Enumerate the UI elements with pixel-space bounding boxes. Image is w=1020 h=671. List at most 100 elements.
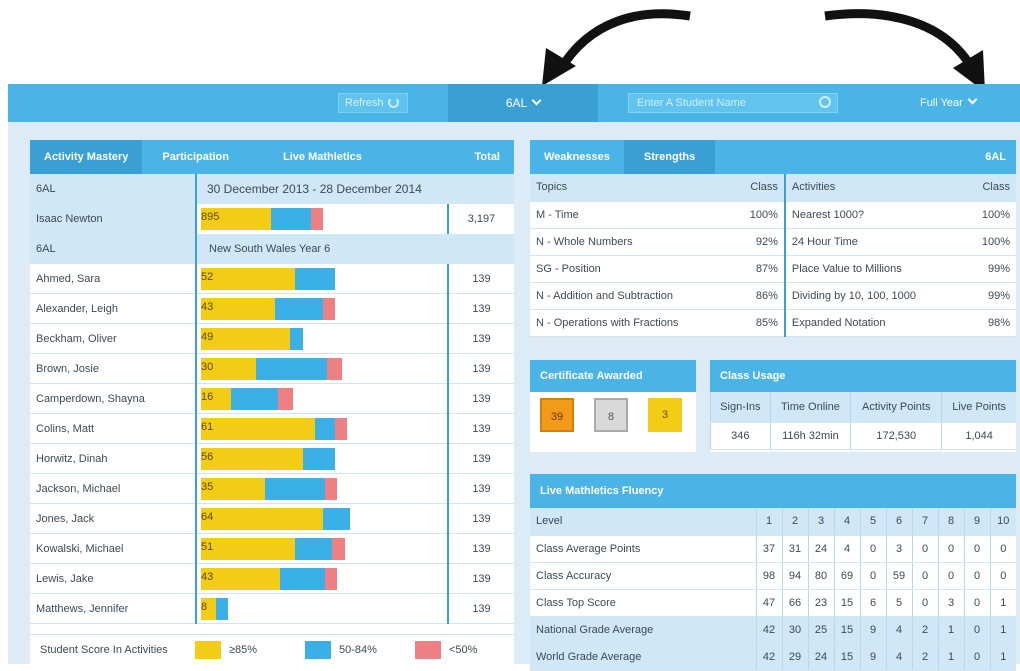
class-dropdown[interactable]: 6AL (448, 84, 598, 122)
fluency-cell: 0 (989, 562, 1016, 590)
weak-cell: 100% (963, 201, 1016, 229)
score-value: 895 (201, 210, 220, 223)
student-row[interactable]: Alexander, Leigh 43 139 (30, 293, 514, 324)
fluency-cell: 42 (755, 643, 782, 671)
fluency-cell: 23 (807, 589, 834, 617)
fluency-cell: 25 (807, 616, 834, 644)
student-row[interactable]: Brown, Josie 30 139 (30, 353, 514, 384)
score-value: 52 (201, 270, 214, 283)
weak-cell: Place Value to Millions (783, 255, 964, 283)
fluency-header: 10 (989, 508, 1016, 536)
student-name: Alexander, Leigh (36, 302, 118, 315)
legend-mid: 50-84% (339, 643, 377, 656)
score-bar (201, 507, 350, 530)
weak-cell: 86% (731, 282, 785, 310)
tab-activity-mastery[interactable]: Activity Mastery (30, 140, 143, 174)
fluency-cell: 0 (911, 562, 938, 590)
bar-mid (315, 417, 335, 440)
bar-mid (295, 267, 335, 290)
weak-cell: N - Addition and Subtraction (530, 282, 732, 310)
fluency-cell: 0 (963, 535, 990, 563)
search-icon (819, 96, 831, 108)
search-input[interactable]: Enter A Student Name (628, 93, 838, 113)
usage-value: 1,044 (941, 422, 1016, 450)
fluency-cell: 1 (989, 616, 1016, 644)
score-bar (201, 267, 335, 290)
score-bar (201, 417, 348, 440)
total-value: 139 (447, 473, 514, 504)
total-value: 139 (447, 323, 514, 354)
student-row[interactable]: Camperdown, Shayna 16 139 (30, 383, 514, 414)
fluency-row: National Grade Average 42 30 25 15 9 4 2 1 0 1 (530, 616, 1016, 644)
fluency-row: Class Accuracy 98 94 80 69 0 59 0 0 0 0 (530, 562, 1016, 590)
fluency-cell: 0 (963, 562, 990, 590)
weak-cell: N - Whole Numbers (530, 228, 732, 256)
total-value: 139 (447, 263, 514, 294)
student-row[interactable]: Jackson, Michael 35 139 (30, 473, 514, 504)
tab-strengths[interactable]: Strengths (623, 140, 716, 174)
highlight-row[interactable]: Isaac Newton 895 3,197 (30, 203, 514, 234)
bar-low (324, 477, 338, 500)
fluency-header: 3 (807, 508, 834, 536)
bar-mid (275, 297, 323, 320)
bar-low (322, 297, 335, 320)
score-value: 56 (201, 450, 214, 463)
bar-high (201, 507, 323, 530)
legend-swatch-high (195, 640, 221, 659)
tab-participation[interactable]: Participation (142, 140, 243, 174)
chevron-down-icon (967, 94, 978, 105)
weak-cell: 100% (731, 201, 785, 229)
weak-cell: M - Time (530, 201, 732, 229)
total-value: 139 (447, 503, 514, 534)
bar-high (201, 327, 291, 350)
fluency-cell: 4 (885, 616, 912, 644)
tab-weaknesses[interactable]: Weaknesses (530, 140, 624, 174)
student-name: Matthews, Jennifer (36, 602, 129, 615)
fluency-cell: 0 (963, 589, 990, 617)
student-row[interactable]: Matthews, Jennifer 8 139 (30, 593, 514, 624)
bar-high (201, 447, 303, 470)
weak-cell: 99% (963, 282, 1016, 310)
fluency-cell: 15 (833, 616, 860, 644)
weaknesses-panel: Weaknesses Strengths 6AL Topics Class Acti… (530, 140, 1016, 337)
fluency-cell: 0 (963, 616, 990, 644)
total-value: 3,197 (447, 203, 514, 234)
student-row[interactable]: Kowalski, Michael 51 139 (30, 533, 514, 564)
student-row[interactable]: Jones, Jack 64 139 (30, 503, 514, 534)
bar-mid (265, 477, 325, 500)
weak-header: Activities (783, 174, 964, 202)
bar-low (332, 537, 345, 560)
fluency-cell: 0 (989, 535, 1016, 563)
refresh-button[interactable]: Refresh (338, 93, 408, 113)
weak-header: Class (731, 174, 785, 202)
student-name: Colins, Matt (36, 422, 95, 435)
fluency-cell: 42 (755, 616, 782, 644)
certificate-panel: Certificate Awarded 39 8 3 (530, 360, 696, 452)
bar-high (201, 267, 296, 290)
total-value: 139 (447, 413, 514, 444)
student-row[interactable]: Colins, Matt 61 139 (30, 413, 514, 444)
weak-class-label: 6AL (985, 151, 1006, 163)
weak-cell: 99% (963, 255, 1016, 283)
student-name: Jackson, Michael (36, 482, 121, 495)
fluency-cell: 0 (859, 562, 886, 590)
student-row[interactable]: Lewis, Jake 43 139 (30, 563, 514, 594)
weak-cell: Nearest 1000? (783, 201, 964, 229)
fluency-header: 9 (963, 508, 990, 536)
tab-live-mathletics[interactable]: Live Mathletics (243, 140, 376, 174)
bronze-certificate-badge: 3 (648, 398, 682, 432)
date-range: 30 December 2013 - 28 December 2014 (195, 173, 422, 204)
usage-header: Sign-Ins (710, 392, 771, 423)
student-row[interactable]: Beckham, Oliver 49 139 (30, 323, 514, 354)
fluency-cell: 0 (911, 589, 938, 617)
student-row[interactable]: Ahmed, Sara 52 139 (30, 263, 514, 294)
period-dropdown[interactable]: Full Year (920, 84, 978, 122)
fluency-panel: Live Mathletics Fluency Level 1 2 3 4 5 6 7 8 9 10… (530, 474, 1016, 671)
score-bar (201, 327, 303, 350)
fluency-cell: Class Average Points (530, 535, 756, 563)
fluency-row: Class Top Score 47 66 23 15 6 5 0 3 0 1 (530, 589, 1016, 617)
weak-header: Topics (530, 174, 732, 202)
tab-total[interactable]: Total (461, 140, 514, 174)
student-row[interactable]: Horwitz, Dinah 56 139 (30, 443, 514, 474)
total-value: 139 (447, 293, 514, 324)
